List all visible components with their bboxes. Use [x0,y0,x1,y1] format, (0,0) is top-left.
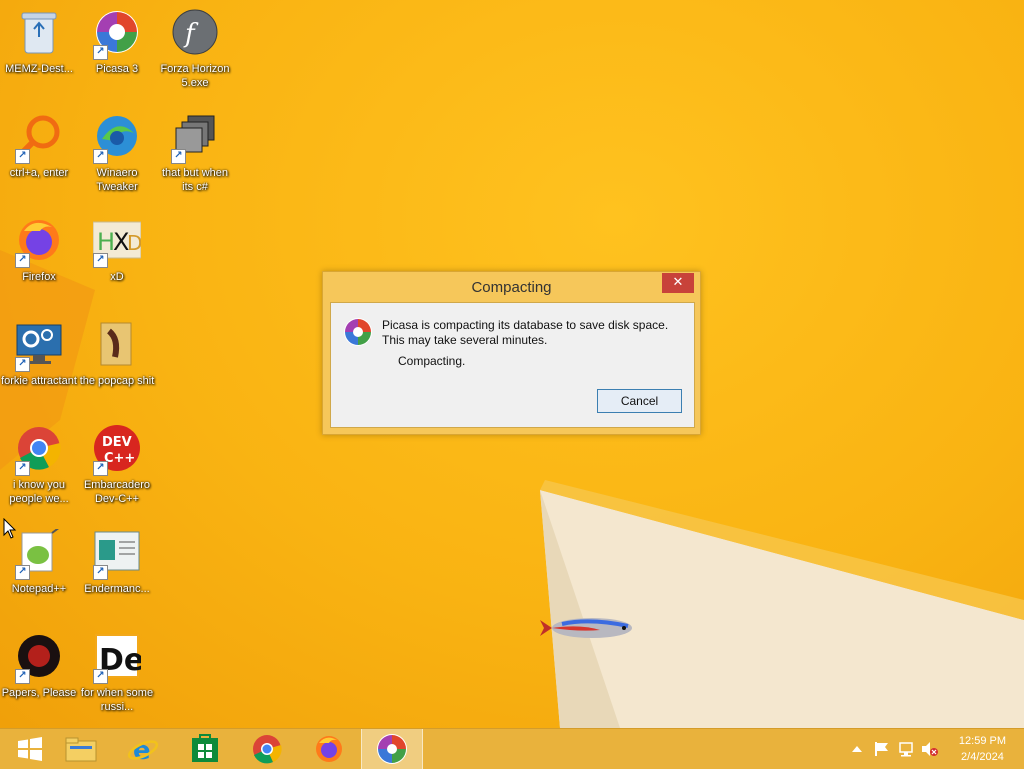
shortcut-arrow-icon: ↗ [93,461,108,476]
taskbar-firefox[interactable] [299,729,359,769]
shortcut-arrow-icon: ↗ [93,565,108,580]
shortcut-arrow-icon: ↗ [15,149,30,164]
shortcut-arrow-icon: ↗ [15,253,30,268]
svg-text:C++: C++ [104,451,135,466]
desktop-icon-firefox[interactable]: ↗ Firefox [1,214,77,284]
clock-time: 12:59 PM [958,735,1006,747]
desktop-icon-russian[interactable]: De ↗ for when some russi... [79,630,155,714]
show-hidden-icons-chevron-icon[interactable] [852,745,862,753]
taskbar-chrome[interactable] [237,729,297,769]
de-icon: De ↗ [91,630,143,684]
start-icon [18,737,42,761]
network-icon[interactable] [898,741,916,757]
desktop-icon-ctrl-a-enter[interactable]: ↗ ctrl+a, enter [1,110,77,180]
desktop-icon-label: Firefox [22,271,56,283]
magnifier-icon: ↗ [13,110,65,164]
desktop-icon-label: forkie attractant [1,375,77,387]
desktop-icon-xd[interactable]: HXD ↗ xD [79,214,155,284]
action-center-flag-icon[interactable] [874,741,890,757]
desktop-icon-label: Forza Horizon 5.exe [160,63,230,89]
notepadpp-icon: ↗ [13,526,65,580]
picasa-icon: ↗ [91,6,143,60]
chrome-icon: ↗ [13,422,65,476]
folder-icon [91,318,143,370]
taskbar-store[interactable] [175,729,235,769]
papers-please-icon: ↗ [13,630,65,684]
desktop-icon-label: the popcap shit [79,375,155,387]
desktop-icon-forza[interactable]: f Forza Horizon 5.exe [157,6,233,90]
shortcut-arrow-icon: ↗ [15,357,30,372]
close-button[interactable]: ✕ [662,273,694,293]
taskbar-internet-explorer[interactable]: e [113,729,173,769]
desktop-icon-label: Picasa 3 [95,63,139,75]
store-icon [192,734,218,762]
desktop-icon-chrome[interactable]: ↗ i know you people we... [1,422,77,506]
windows-stack-icon: ↗ [169,110,221,164]
desktop-icon-memz[interactable]: MEMZ-Dest... [1,6,77,76]
devcpp-icon: DEV C++ ↗ [91,422,143,476]
fish-sprite [540,618,632,638]
shortcut-arrow-icon: ↗ [171,149,186,164]
desktop-icon-forkie[interactable]: ↗ forkie attractant [1,318,77,388]
svg-text:DEV: DEV [102,435,132,450]
internet-explorer-icon: e [127,736,159,764]
monitor-gear-icon: ↗ [13,318,65,372]
desktop-icon-label: that but when its c# [161,167,229,193]
recycle-bin-icon [13,6,65,58]
shortcut-arrow-icon: ↗ [93,149,108,164]
svg-text:D: D [127,231,141,255]
compacting-dialog: Compacting ✕ Picasa is compacting its da… [322,271,701,435]
desktop-icon-label: MEMZ-Dest... [5,63,73,75]
system-clock[interactable]: 12:59 PM 2/4/2024 [959,733,1006,765]
mouse-cursor-icon [3,518,17,539]
clock-date: 2/4/2024 [961,751,1004,763]
desktop-icon-picasa[interactable]: ↗ Picasa 3 [79,6,155,76]
desktop-icon-label: Notepad++ [11,583,67,595]
desktop-icon-winaero[interactable]: ↗ Winaero Tweaker [79,110,155,194]
dialog-title: Compacting [471,279,552,296]
desktop-icon-csharp[interactable]: ↗ that but when its c# [157,110,233,194]
cancel-button[interactable]: Cancel [597,389,682,413]
shortcut-arrow-icon: ↗ [15,565,30,580]
dialog-message-line2: This may take several minutes. [382,333,548,347]
dialog-message-line1: Picasa is compacting its database to sav… [382,318,669,332]
taskbar-picasa[interactable] [361,729,423,769]
desktop-icon-label: Papers, Please [1,687,77,699]
desktop-icon-label: for when some russi... [80,687,154,713]
taskbar: e 12:59 PM 2/4/2024 [0,728,1024,769]
volume-muted-icon[interactable] [921,741,939,757]
firefox-icon [316,736,342,762]
desktop-icon-label: Embarcadero Dev-C++ [83,479,151,505]
picasa-icon [377,734,407,764]
shortcut-arrow-icon: ↗ [15,461,30,476]
dialog-status: Compacting. [398,354,466,368]
app-window-icon: ↗ [91,526,143,580]
desktop-icon-label: ctrl+a, enter [9,167,69,179]
chrome-icon [253,735,282,764]
desktop-icon-popcap[interactable]: the popcap shit [79,318,155,388]
desktop-icon-label: Winaero Tweaker [96,167,138,193]
desktop-icon-label: xD [110,271,124,283]
shortcut-arrow-icon: ↗ [93,45,108,60]
winaero-icon: ↗ [91,110,143,164]
shortcut-arrow-icon: ↗ [93,253,108,268]
dialog-body: Picasa is compacting its database to sav… [330,302,695,428]
shortcut-arrow-icon: ↗ [93,669,108,684]
desktop-icon-label: Endermanc... [84,583,150,595]
shortcut-arrow-icon: ↗ [15,669,30,684]
picasa-icon [344,318,372,346]
desktop-icon-devcpp[interactable]: DEV C++ ↗ Embarcadero Dev-C++ [79,422,155,506]
desktop: MEMZ-Dest... ↗ ctrl+a, enter ↗ Firefox ↗… [0,0,1024,728]
desktop-icon-label: i know you people we... [9,479,69,505]
flash-icon: f [169,6,221,58]
svg-text:e: e [133,736,151,764]
file-explorer-icon [65,737,97,762]
desktop-icon-papers-please[interactable]: ↗ Papers, Please [1,630,77,700]
hxd-icon: HXD ↗ [91,214,143,268]
taskbar-file-explorer[interactable] [51,729,111,769]
desktop-icon-endermanch[interactable]: ↗ Endermanc... [79,526,155,596]
firefox-icon: ↗ [13,214,65,268]
